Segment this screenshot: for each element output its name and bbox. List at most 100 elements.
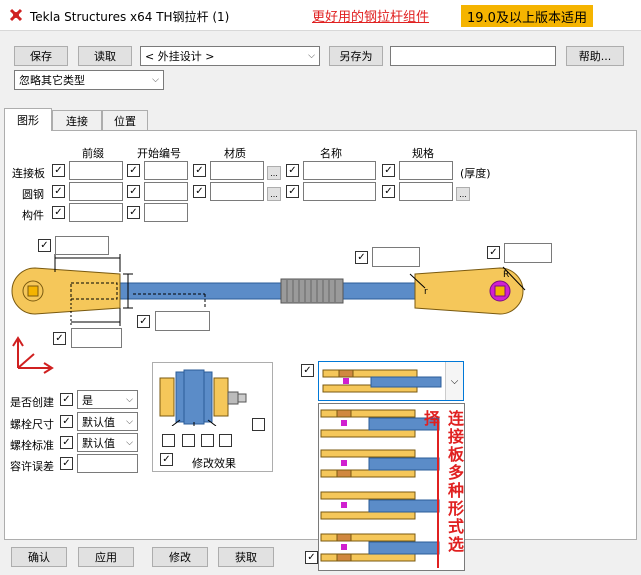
small-radius-input[interactable] — [372, 247, 420, 267]
rod-offset-input[interactable] — [155, 311, 210, 331]
bottom-toggle-checkbox[interactable]: ✓ — [305, 551, 318, 564]
bolt-option-checkbox-1[interactable] — [162, 434, 175, 447]
rod-material-browse-button[interactable]: ... — [267, 187, 281, 201]
bolt-std-checkbox[interactable]: ✓ — [60, 436, 73, 449]
bolt-std-select[interactable]: 默认值 ⌵ — [77, 433, 138, 452]
row-label-rod: 圆钢 — [22, 188, 44, 201]
plate-startno-checkbox[interactable]: ✓ — [127, 164, 140, 177]
rod-startno-checkbox[interactable]: ✓ — [127, 185, 140, 198]
filter-select[interactable]: 忽略其它类型 ⌵ — [14, 70, 164, 90]
plate-style-note: 连接板多种形式选择 — [421, 410, 464, 554]
rod-name-checkbox[interactable]: ✓ — [286, 185, 299, 198]
plate-style-select[interactable]: ⌵ — [318, 361, 464, 401]
plate-thickness-input[interactable] — [399, 161, 453, 180]
plate-prefix-input[interactable] — [69, 161, 123, 180]
plate-material-checkbox[interactable]: ✓ — [193, 164, 206, 177]
big-radius-checkbox[interactable]: ✓ — [487, 246, 500, 259]
promo-text: 更好用的钢拉杆组件 — [312, 10, 430, 25]
rod-offset-checkbox[interactable]: ✓ — [137, 315, 150, 328]
part-startno-checkbox[interactable]: ✓ — [127, 206, 140, 219]
create-label: 是否创建 — [10, 396, 54, 409]
version-badge: 19.0及以上版本适用 — [461, 5, 593, 27]
bolt-size-select[interactable]: 默认值 ⌵ — [77, 412, 138, 431]
row-label-plate: 连接板 — [12, 167, 45, 180]
plate-style-option-4[interactable] — [319, 530, 441, 566]
tab-shape[interactable]: 图形 — [4, 108, 52, 131]
bolt-option-checkbox-5[interactable] — [252, 418, 265, 431]
create-checkbox[interactable]: ✓ — [60, 393, 73, 406]
rod-prefix-checkbox[interactable]: ✓ — [52, 185, 65, 198]
modify-effect-label: 修改效果 — [192, 457, 236, 470]
tab-position[interactable]: 位置 — [102, 110, 148, 131]
axis-icon — [12, 336, 54, 374]
plate-style-selected-preview — [322, 369, 442, 393]
col-start-no: 开始编号 — [137, 147, 181, 160]
plate-length-checkbox[interactable]: ✓ — [38, 239, 51, 252]
part-prefix-checkbox[interactable]: ✓ — [52, 206, 65, 219]
plate-length-input[interactable] — [55, 236, 109, 255]
bolt-size-value: 默认值 — [82, 415, 115, 429]
bolt-option-checkbox-3[interactable] — [201, 434, 214, 447]
tolerance-checkbox[interactable]: ✓ — [60, 457, 73, 470]
rod-material-checkbox[interactable]: ✓ — [193, 185, 206, 198]
radius-small-label: r — [424, 287, 428, 297]
hole-distance-input[interactable] — [71, 328, 122, 348]
plate-name-input[interactable] — [303, 161, 376, 180]
bolt-option-checkbox-4[interactable] — [219, 434, 232, 447]
save-as-button[interactable]: 另存为 — [329, 46, 383, 66]
rod-startno-input[interactable] — [144, 182, 188, 201]
preset-value: < 外挂设计 > — [145, 50, 215, 63]
col-name: 名称 — [320, 147, 342, 160]
bolt-std-value: 默认值 — [82, 436, 115, 450]
preset-select[interactable]: < 外挂设计 > ⌵ — [140, 46, 320, 66]
get-button[interactable]: 获取 — [218, 547, 274, 567]
chevron-down-icon: ⌵ — [126, 394, 133, 405]
plate-prefix-checkbox[interactable]: ✓ — [52, 164, 65, 177]
modify-button[interactable]: 修改 — [152, 547, 208, 567]
note-divider — [437, 420, 439, 568]
create-select[interactable]: 是 ⌵ — [77, 390, 138, 409]
filter-value: 忽略其它类型 — [19, 74, 85, 87]
col-prefix: 前缀 — [82, 147, 104, 160]
thickness-label: (厚度) — [460, 167, 491, 180]
help-button[interactable]: 帮助... — [566, 46, 624, 66]
big-radius-input[interactable] — [504, 243, 552, 263]
tolerance-input[interactable] — [77, 454, 138, 473]
tekla-app-icon — [8, 7, 24, 23]
col-material: 材质 — [224, 147, 246, 160]
rod-prefix-input[interactable] — [69, 182, 123, 201]
rod-profile-input[interactable] — [399, 182, 453, 201]
rod-profile-browse-button[interactable]: ... — [456, 187, 470, 201]
plate-style-checkbox[interactable]: ✓ — [301, 364, 314, 377]
hole-distance-checkbox[interactable]: ✓ — [53, 332, 66, 345]
rod-material-input[interactable] — [210, 182, 264, 201]
part-startno-input[interactable] — [144, 203, 188, 222]
bolt-option-checkbox-2[interactable] — [182, 434, 195, 447]
rod-name-input[interactable] — [303, 182, 376, 201]
plate-style-option-3[interactable] — [319, 488, 441, 524]
rod-profile-checkbox[interactable]: ✓ — [382, 185, 395, 198]
load-button[interactable]: 读取 — [78, 46, 132, 66]
modify-effect-checkbox[interactable]: ✓ — [160, 453, 173, 466]
save-button[interactable]: 保存 — [14, 46, 68, 66]
small-radius-checkbox[interactable]: ✓ — [355, 251, 368, 264]
row-label-part: 构件 — [22, 209, 44, 222]
chevron-down-icon: ⌵ — [126, 416, 133, 427]
plate-startno-input[interactable] — [144, 161, 188, 180]
chevron-down-icon[interactable]: ⌵ — [445, 362, 463, 400]
save-as-name-input[interactable] — [390, 46, 556, 66]
bolt-size-label: 螺栓尺寸 — [10, 418, 54, 431]
tab-connection[interactable]: 连接 — [52, 110, 102, 131]
bolt-size-checkbox[interactable]: ✓ — [60, 415, 73, 428]
plate-material-input[interactable] — [210, 161, 264, 180]
plate-profile-checkbox[interactable]: ✓ — [382, 164, 395, 177]
plate-name-checkbox[interactable]: ✓ — [286, 164, 299, 177]
plate-style-option-2[interactable] — [319, 446, 441, 482]
title-bar: Tekla Structures x64 TH钢拉杆 (1) 更好用的钢拉杆组件… — [0, 0, 641, 31]
ok-button[interactable]: 确认 — [11, 547, 67, 567]
part-prefix-input[interactable] — [69, 203, 123, 222]
chevron-down-icon: ⌵ — [152, 75, 159, 85]
apply-button[interactable]: 应用 — [78, 547, 134, 567]
plate-material-browse-button[interactable]: ... — [267, 166, 281, 180]
radius-big-label: R — [503, 270, 509, 280]
